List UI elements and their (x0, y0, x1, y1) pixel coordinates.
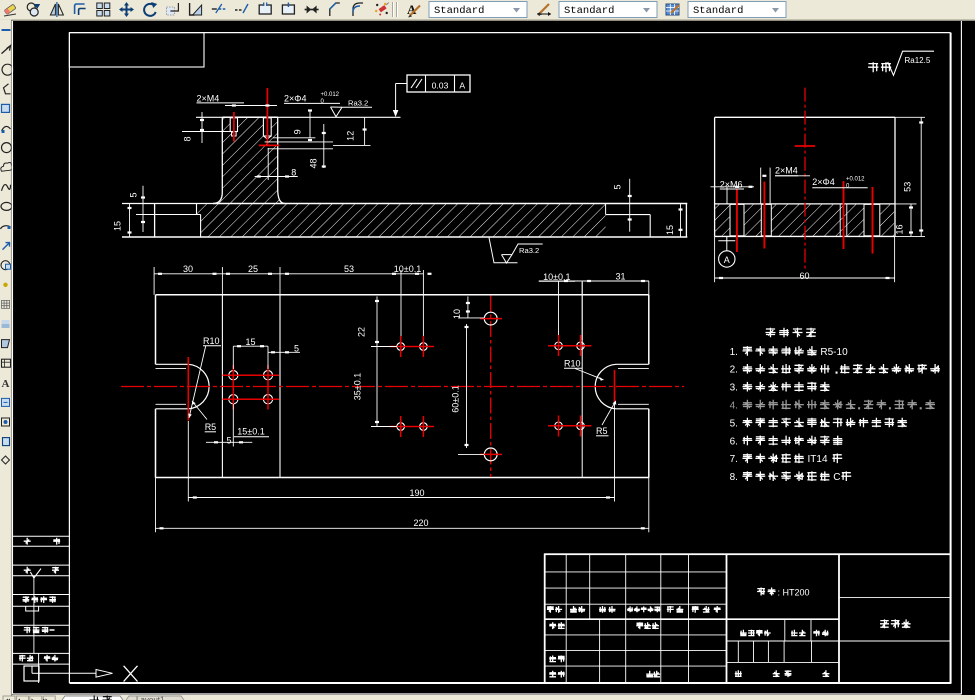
svg-text:R5: R5 (205, 422, 217, 432)
svg-text:22: 22 (357, 327, 367, 337)
svg-text:30: 30 (183, 264, 193, 274)
svg-text:A: A (724, 255, 730, 265)
svg-text:7.: 7. (730, 454, 738, 465)
svg-text:60: 60 (799, 271, 809, 281)
svg-text:R5-10: R5-10 (820, 347, 848, 358)
svg-text:0.03: 0.03 (432, 80, 449, 90)
svg-text:IT14: IT14 (808, 454, 828, 465)
svg-text:5.: 5. (730, 418, 738, 429)
svg-text:Ra3.2: Ra3.2 (348, 99, 368, 108)
svg-text:35±0.1: 35±0.1 (353, 373, 363, 400)
svg-text:Standard: Standard (434, 5, 484, 17)
svg-text:15: 15 (665, 225, 675, 235)
svg-text:10±0.1: 10±0.1 (394, 264, 421, 274)
svg-text:9: 9 (293, 129, 303, 134)
svg-text:+0.012: +0.012 (321, 92, 340, 98)
svg-text:3.: 3. (730, 383, 738, 394)
svg-text:A: A (459, 81, 465, 91)
svg-text:2×M4: 2×M4 (197, 93, 220, 103)
svg-text:53: 53 (344, 264, 354, 274)
svg-text:Layout1: Layout1 (136, 696, 165, 700)
svg-text:: HT200: : HT200 (778, 588, 810, 598)
svg-text:12: 12 (346, 131, 356, 141)
svg-text:4.: 4. (730, 401, 738, 412)
svg-text:60±0.1: 60±0.1 (451, 385, 461, 412)
svg-text:2.: 2. (730, 365, 738, 376)
svg-text:R5: R5 (596, 426, 608, 436)
svg-text:Standard: Standard (693, 5, 743, 17)
svg-text:5: 5 (226, 436, 231, 446)
svg-text:10: 10 (452, 309, 462, 319)
svg-text:R10: R10 (203, 336, 220, 346)
svg-text:15: 15 (245, 337, 255, 347)
svg-text:8: 8 (183, 136, 193, 141)
svg-text:31: 31 (615, 272, 625, 282)
svg-text:53: 53 (903, 182, 913, 192)
svg-text:A: A (2, 378, 10, 390)
svg-text:25: 25 (248, 264, 258, 274)
svg-text:1.: 1. (730, 347, 738, 358)
svg-text:R10: R10 (564, 359, 581, 369)
svg-text:Ra12.5: Ra12.5 (905, 56, 931, 65)
svg-text:2×M6: 2×M6 (720, 179, 743, 189)
svg-text:220: 220 (413, 518, 428, 528)
svg-text:8: 8 (291, 168, 296, 178)
svg-text:Ra3.2: Ra3.2 (519, 246, 539, 255)
svg-text:C: C (833, 472, 840, 483)
svg-text:10±0.1: 10±0.1 (543, 272, 570, 282)
svg-text:5: 5 (129, 192, 139, 197)
svg-text:Standard: Standard (564, 5, 614, 17)
svg-text:48: 48 (309, 158, 319, 168)
svg-text:5: 5 (294, 344, 299, 354)
svg-text:15±0.1: 15±0.1 (237, 427, 264, 437)
svg-text:2×Φ4: 2×Φ4 (284, 93, 306, 103)
svg-text:16: 16 (895, 224, 905, 234)
svg-text:6.: 6. (730, 436, 738, 447)
svg-text:+0.012: +0.012 (846, 177, 865, 183)
svg-text:5: 5 (612, 184, 622, 189)
svg-text:15: 15 (113, 221, 123, 231)
svg-text:2×M4: 2×M4 (775, 165, 798, 175)
svg-text:190: 190 (409, 488, 424, 498)
svg-text:8.: 8. (730, 472, 738, 483)
svg-text:2×Φ4: 2×Φ4 (812, 177, 834, 187)
